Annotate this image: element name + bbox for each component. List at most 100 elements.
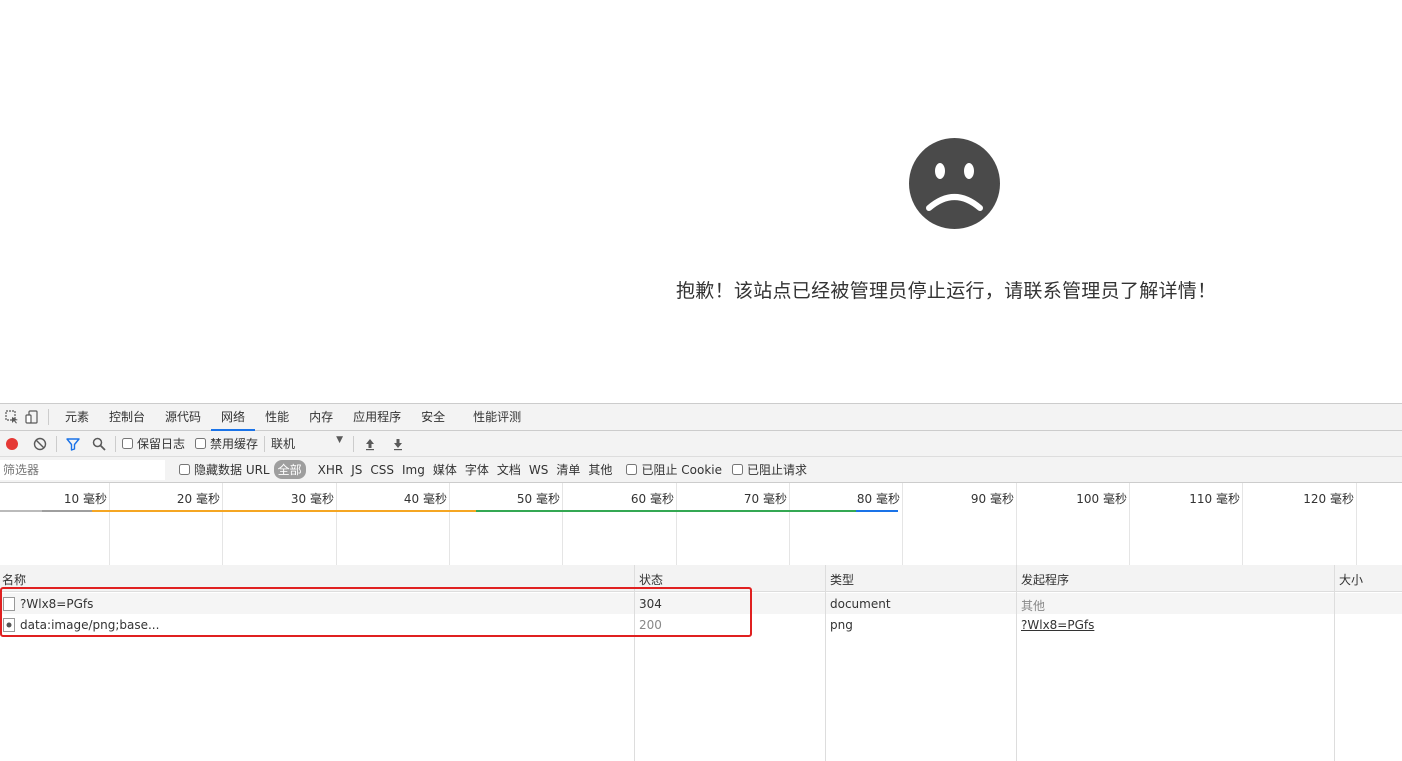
throttle-select[interactable]: 联机 ▼ [271,435,343,452]
timeline-bar-waiting [92,510,476,512]
column-name[interactable]: 名称 [2,571,26,588]
tab-security[interactable]: 安全 [411,404,455,431]
column-status[interactable]: 状态 [639,571,663,588]
timeline-tick-label: 90 毫秒 [970,492,1014,506]
timeline-tick-label: 110 毫秒 [1189,492,1240,506]
filter-type-doc[interactable]: 文档 [497,461,521,478]
filter-type-other[interactable]: 其他 [588,461,612,478]
preserve-log-input[interactable] [122,438,133,449]
tab-console[interactable]: 控制台 [99,404,155,431]
timeline-gridline [222,483,223,565]
blocked-requests-input[interactable] [731,464,743,475]
request-type: document [830,597,891,611]
tab-performance[interactable]: 性能 [255,404,299,431]
timeline-tick-label: 50 毫秒 [516,492,560,506]
devtools-tab-bar: 元素 控制台 源代码 网络 性能 内存 应用程序 安全 性能评测 [0,404,1402,431]
timeline-bar-stalled [42,510,92,512]
timeline-gridline [562,483,563,565]
filter-icon[interactable] [63,434,83,454]
disable-cache-checkbox[interactable]: 禁用缓存 [195,435,258,452]
filter-type-media[interactable]: 媒体 [433,461,457,478]
error-message: 抱歉！该站点已经被管理员停止运行，请联系管理员了解详情！ [676,280,1217,302]
blocked-requests-checkbox[interactable]: 已阻止请求 [731,461,807,478]
filter-type-js[interactable]: JS [351,463,362,477]
filter-type-css[interactable]: CSS [370,463,394,477]
timeline-gridline [1356,483,1357,565]
timeline-gridline [1129,483,1130,565]
timeline-gridline [109,483,110,565]
request-initiator-link[interactable]: ?Wlx8=PGfs [1021,618,1094,632]
divider [353,435,355,452]
timeline-gridline [1016,483,1017,565]
record-icon[interactable] [2,434,22,454]
inspect-element-icon[interactable] [2,407,22,427]
page-content: 抱歉！该站点已经被管理员停止运行，请联系管理员了解详情！ [0,0,1402,403]
hide-data-urls-input[interactable] [179,464,190,475]
tab-sources[interactable]: 源代码 [155,404,211,431]
disable-cache-input[interactable] [195,438,207,449]
blocked-cookies-input[interactable] [626,464,638,475]
hide-data-urls-checkbox[interactable]: 隐藏数据 URL [179,461,270,478]
timeline-gridline [902,483,903,565]
column-size[interactable]: 大小 [1339,571,1363,588]
timeline-gridline [449,483,450,565]
sad-face-icon [909,138,1000,229]
divider [48,409,49,425]
blocked-cookies-checkbox[interactable]: 已阻止 Cookie [626,461,722,478]
timeline-gridline [1242,483,1243,565]
blocked-requests-label: 已阻止请求 [746,463,807,477]
filter-type-all[interactable]: 全部 [273,460,306,479]
request-type: png [830,618,853,632]
divider [115,435,116,452]
timeline-bar-queue [0,510,42,512]
network-filter-bar: 隐藏数据 URL 全部 XHR JS CSS Img 媒体 字体 文档 WS 清… [0,457,1402,483]
timeline-gridline [676,483,677,565]
filter-input[interactable] [0,459,165,480]
timeline-gridline [789,483,790,565]
timeline-tick-label: 80 毫秒 [856,492,900,506]
tab-network[interactable]: 网络 [211,404,256,431]
column-initiator[interactable]: 发起程序 [1021,571,1069,588]
timeline-tick-label: 120 毫秒 [1303,492,1354,506]
column-divider[interactable] [825,565,826,761]
divider [56,435,57,452]
search-icon[interactable] [89,434,109,454]
highlight-box [0,587,752,637]
timeline-tick-label: 60 毫秒 [630,492,674,506]
device-toolbar-icon[interactable] [22,407,42,427]
hide-data-urls-label: 隐藏数据 URL [194,463,270,477]
import-har-icon[interactable] [360,434,380,454]
timeline-tick-label: 30 毫秒 [290,492,334,506]
dropdown-arrow-icon: ▼ [336,435,344,445]
filter-type-xhr[interactable]: XHR [318,463,344,477]
filter-type-font[interactable]: 字体 [465,461,489,478]
filter-type-ws[interactable]: WS [529,463,548,477]
timeline-bar-load [856,510,898,512]
timeline-bar-dom-content [476,510,856,512]
filter-type-manifest[interactable]: 清单 [556,461,580,478]
timeline-tick-label: 100 毫秒 [1076,492,1127,506]
preserve-log-label: 保留日志 [137,437,186,451]
export-har-icon[interactable] [388,434,408,454]
blocked-cookies-label: 已阻止 Cookie [641,463,722,477]
tab-application[interactable]: 应用程序 [343,404,411,431]
clear-icon[interactable] [30,434,50,454]
timeline-tick-label: 10 毫秒 [63,492,107,506]
preserve-log-checkbox[interactable]: 保留日志 [122,435,185,452]
timeline-tick-label: 70 毫秒 [743,492,787,506]
devtools-panel: 元素 控制台 源代码 网络 性能 内存 应用程序 安全 性能评测 保留日志 禁用… [0,403,1402,761]
timeline-gridline [336,483,337,565]
column-type[interactable]: 类型 [830,571,854,588]
column-divider[interactable] [1016,565,1017,761]
tab-elements[interactable]: 元素 [55,404,99,431]
tab-memory[interactable]: 内存 [299,404,343,431]
column-divider[interactable] [1334,565,1335,761]
timeline-tick-label: 40 毫秒 [403,492,447,506]
timeline-overview[interactable]: 10 毫秒 20 毫秒 30 毫秒 40 毫秒 50 毫秒 60 毫秒 70 毫… [0,483,1402,566]
throttle-value: 联机 [271,437,296,451]
filter-type-img[interactable]: Img [402,463,425,477]
disable-cache-label: 禁用缓存 [210,437,259,451]
tab-audits[interactable]: 性能评测 [463,404,531,431]
divider [264,435,266,452]
request-initiator: 其他 [1021,599,1046,613]
